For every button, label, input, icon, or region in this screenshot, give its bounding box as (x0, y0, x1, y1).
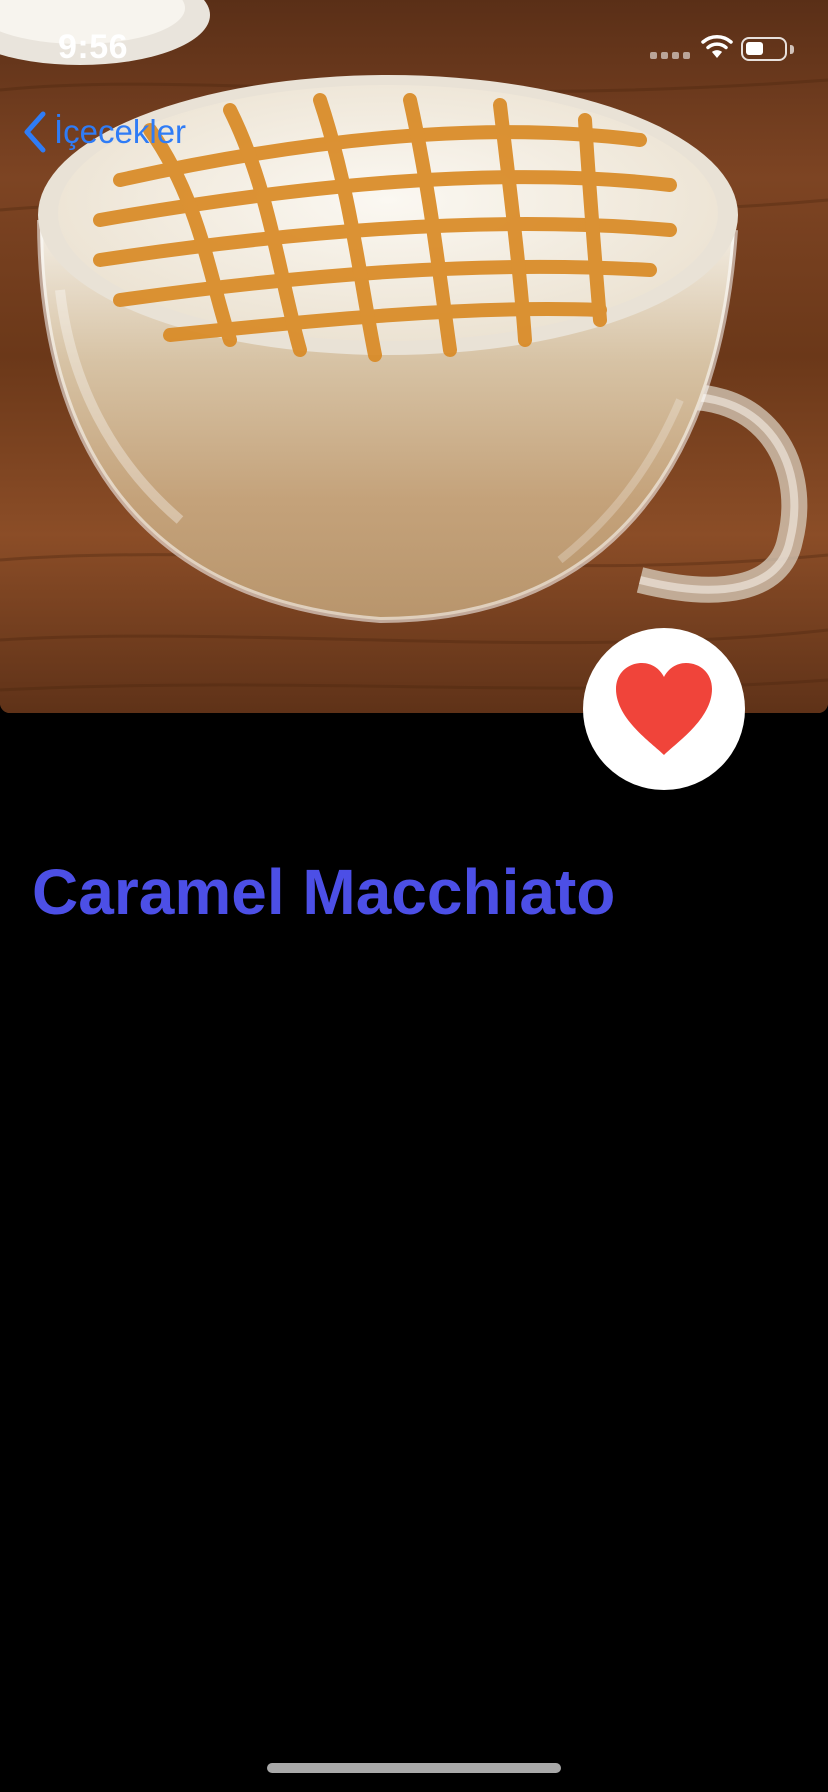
status-bar: 9:56 (0, 0, 828, 100)
battery-cap (790, 45, 794, 54)
status-time: 9:56 (58, 28, 129, 66)
heart-icon (616, 663, 712, 755)
product-title: Caramel Macchiato (32, 856, 616, 928)
back-button[interactable]: İçecekler (22, 108, 186, 156)
product-image (0, 0, 828, 713)
drink-detail-screen: 9:56 İçecekler Caramel Macchiato (0, 0, 828, 1792)
cellular-signal-icon (650, 52, 690, 59)
favorite-button[interactable] (583, 628, 745, 790)
battery-icon (741, 37, 787, 61)
caramel-macchiato-photo (0, 0, 828, 713)
back-button-label: İçecekler (54, 113, 187, 150)
chevron-left-icon (24, 111, 46, 153)
wifi-icon (701, 35, 733, 58)
home-indicator[interactable] (267, 1763, 561, 1773)
